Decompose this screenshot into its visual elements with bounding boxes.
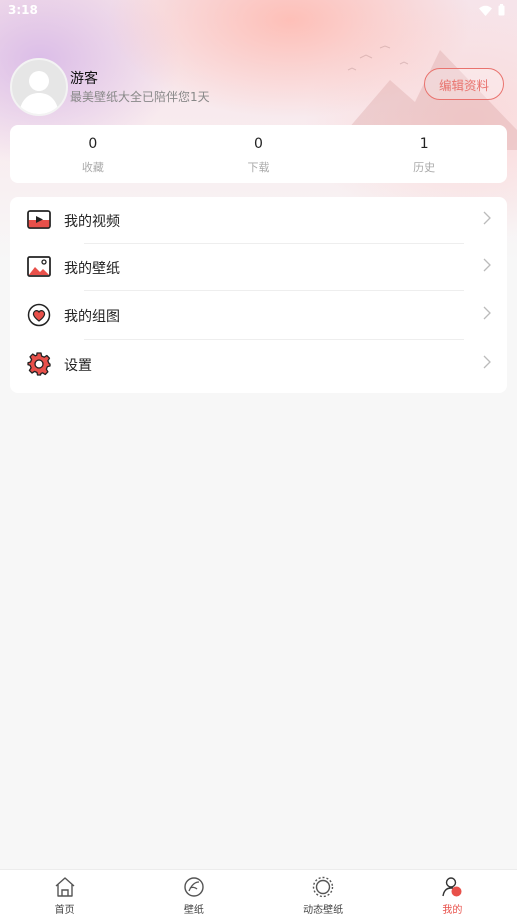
heart-album-icon	[27, 303, 51, 327]
home-icon	[55, 877, 75, 897]
stat-label: 收藏	[81, 161, 104, 174]
tab-mine[interactable]: 我的	[388, 870, 517, 920]
stat-favorites[interactable]: 0 收藏	[10, 125, 176, 183]
gear-icon	[27, 352, 51, 376]
menu-item-my-albums[interactable]: 我的组图	[10, 292, 507, 338]
chevron-right-icon	[483, 306, 491, 320]
stat-label: 下载	[247, 161, 270, 174]
bottom-tab-bar: 首页 壁纸 动态壁纸 我的	[0, 869, 517, 920]
menu-card: 我的视频 我的壁纸 我的组图 设置	[10, 197, 507, 393]
status-time: 3:18	[8, 3, 38, 17]
tab-label: 首页	[54, 905, 75, 916]
wallpaper-icon	[184, 877, 204, 897]
stat-history[interactable]: 1 历史	[341, 125, 507, 183]
tab-live-wallpaper[interactable]: 动态壁纸	[259, 870, 388, 920]
stat-label: 历史	[413, 161, 436, 174]
stat-value: 0	[88, 136, 98, 152]
wifi-icon	[479, 5, 492, 16]
stat-downloads[interactable]: 0 下载	[176, 125, 342, 183]
username: 游客	[70, 71, 98, 87]
user-icon	[442, 877, 462, 897]
menu-item-my-videos[interactable]: 我的视频	[10, 197, 507, 243]
chevron-right-icon	[483, 258, 491, 272]
avatar[interactable]	[10, 58, 68, 116]
menu-item-label: 我的视频	[64, 214, 120, 230]
menu-item-my-wallpapers[interactable]: 我的壁纸	[10, 244, 507, 290]
tab-wallpaper[interactable]: 壁纸	[129, 870, 258, 920]
chevron-right-icon	[483, 211, 491, 225]
stats-card: 0 收藏 0 下载 1 历史	[10, 125, 507, 183]
divider	[84, 339, 464, 340]
default-avatar-icon	[19, 71, 59, 114]
tab-label: 我的	[442, 905, 463, 916]
video-icon	[27, 210, 51, 229]
live-wallpaper-icon	[312, 876, 334, 898]
status-bar: 3:18	[0, 0, 517, 22]
tab-label: 动态壁纸	[303, 905, 344, 916]
chevron-right-icon	[483, 355, 491, 369]
tab-home[interactable]: 首页	[0, 870, 129, 920]
stat-value: 1	[419, 136, 429, 152]
tab-label: 壁纸	[183, 905, 204, 916]
stat-value: 0	[254, 136, 263, 152]
image-icon	[27, 256, 51, 277]
menu-item-label: 我的壁纸	[64, 261, 120, 277]
profile-tagline: 最美壁纸大全已陪伴您1天	[70, 90, 210, 104]
menu-item-label: 我的组图	[64, 309, 120, 325]
menu-item-label: 设置	[64, 358, 92, 374]
edit-profile-button[interactable]: 编辑资料	[424, 68, 504, 100]
battery-icon	[498, 4, 505, 16]
menu-item-settings[interactable]: 设置	[10, 341, 507, 387]
divider	[84, 290, 464, 291]
